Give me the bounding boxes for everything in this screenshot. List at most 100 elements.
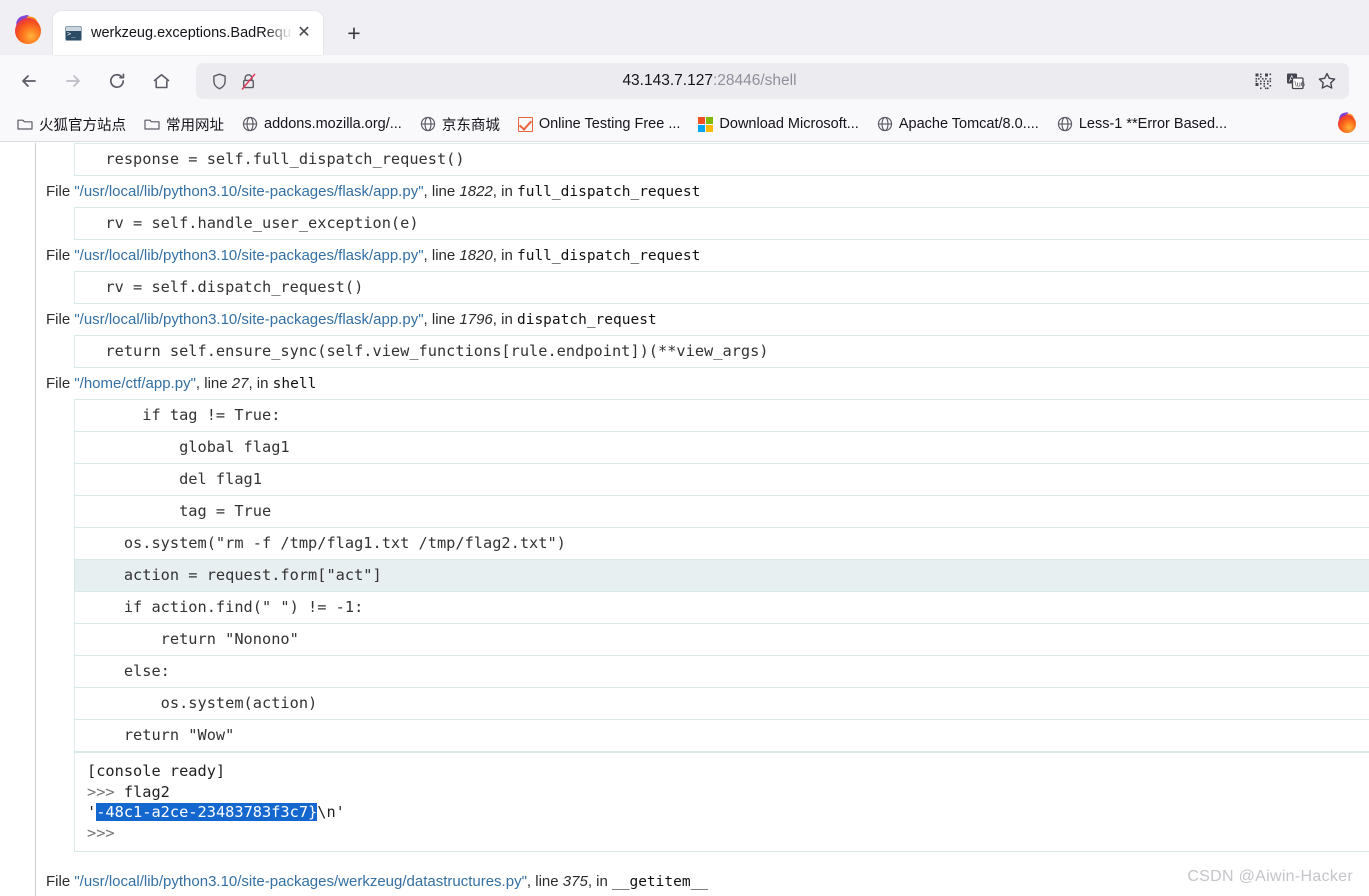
url-path: :28446/shell <box>712 72 797 89</box>
in-label: in <box>256 375 269 392</box>
interactive-console[interactable]: [console ready] >>> flag2 '-48c1-a2ce-23… <box>74 752 1369 852</box>
globe-icon <box>420 116 436 132</box>
file-path-link[interactable]: "/usr/local/lib/python3.10/site-packages… <box>74 247 423 264</box>
tab-strip: werkzeug.exceptions.BadRequ ✕ + <box>0 0 1369 55</box>
function-name: dispatch_request <box>516 312 657 328</box>
code-line: if action.find(" ") != -1: <box>74 592 1369 624</box>
insecure-connection-icon[interactable] <box>239 72 258 91</box>
console-output-suffix: \n' <box>317 803 345 821</box>
bookmark-item-6[interactable]: Apache Tomcat/8.0.... <box>870 113 1046 135</box>
console-output-selected[interactable]: -48c1-a2ce-23483783f3c7} <box>96 803 318 821</box>
bookmark-item-0[interactable]: 火狐官方站点 <box>10 111 133 138</box>
url-bar-actions: A \u6587 <box>1247 63 1343 99</box>
in-label: in <box>501 311 513 328</box>
comma: , <box>248 375 253 392</box>
console-output-prefix: ' <box>87 803 97 821</box>
qr-code-icon[interactable] <box>1247 65 1279 97</box>
code-line: return self.ensure_sync(self.view_functi… <box>74 335 1369 368</box>
code-line: if tag != True: <box>74 399 1369 432</box>
frame-file-header: File "/usr/local/lib/python3.10/site-pac… <box>41 176 1369 207</box>
code-line: tag = True <box>74 496 1369 528</box>
line-number: 1796 <box>459 311 493 328</box>
checkmark-icon <box>517 116 533 132</box>
comma: , <box>423 183 428 200</box>
file-label: File <box>46 873 71 890</box>
tracking-protection-shield-icon[interactable] <box>210 72 229 91</box>
line-number: 1820 <box>459 247 493 264</box>
bookmark-item-4[interactable]: Online Testing Free ... <box>511 113 688 135</box>
folder-icon <box>144 117 160 131</box>
bookmark-label: Less-1 **Error Based... <box>1078 116 1228 132</box>
folder-icon <box>17 117 33 131</box>
browser-window: werkzeug.exceptions.BadRequ ✕ + <box>0 0 1369 896</box>
home-button[interactable] <box>144 64 178 98</box>
globe-icon <box>242 116 258 132</box>
comma: , <box>587 873 592 890</box>
console-prompt: >>> <box>87 782 124 801</box>
file-path-link[interactable]: "/home/ctf/app.py" <box>74 375 196 392</box>
code-line: return "Wow" <box>74 720 1369 752</box>
watermark: CSDN @Aiwin-Hacker <box>1187 868 1353 885</box>
bookmark-label: 火狐官方站点 <box>39 117 126 134</box>
bookmark-item-3[interactable]: 京东商城 <box>413 111 507 138</box>
bookmark-item-firefox[interactable] <box>1333 111 1361 137</box>
function-name: __getitem__ <box>612 874 709 890</box>
line-number: 375 <box>562 873 588 890</box>
line-label: line <box>431 183 456 200</box>
close-icon[interactable]: ✕ <box>293 22 315 44</box>
in-label: in <box>596 873 608 890</box>
url-bar[interactable]: 43.143.7.127:28446/shell A \u6 <box>196 63 1349 99</box>
firefox-logo-icon <box>1337 112 1357 134</box>
console-icon <box>65 25 82 41</box>
globe-icon <box>877 116 893 132</box>
traceback-panel: response = self.full_dispatch_request() … <box>35 143 1369 896</box>
line-number: 1822 <box>459 183 493 200</box>
code-line: else: <box>74 656 1369 688</box>
bookmark-star-icon[interactable] <box>1311 65 1343 97</box>
translate-icon[interactable]: A \u6587 <box>1279 65 1311 97</box>
file-path-link[interactable]: "/usr/local/lib/python3.10/site-packages… <box>74 183 423 200</box>
function-name: full_dispatch_request <box>516 184 701 200</box>
bookmark-item-1[interactable]: 常用网址 <box>137 111 231 138</box>
file-path-link[interactable]: "/usr/local/lib/python3.10/site-packages… <box>74 873 527 890</box>
tab-active[interactable]: werkzeug.exceptions.BadRequ ✕ <box>53 11 323 55</box>
bookmark-item-2[interactable]: addons.mozilla.org/... <box>235 113 409 135</box>
frame-file-header: File "/usr/local/lib/python3.10/site-pac… <box>41 304 1369 335</box>
console-command: flag2 <box>123 782 170 801</box>
bookmark-item-7[interactable]: Less-1 **Error Based... <box>1050 113 1234 135</box>
comma: , <box>492 311 497 328</box>
code-line: rv = self.handle_user_exception(e) <box>74 207 1369 240</box>
url-text[interactable]: 43.143.7.127:28446/shell <box>270 72 1149 90</box>
frame-file-header: File "/usr/local/lib/python3.10/site-pac… <box>41 866 1369 896</box>
line-label: line <box>431 247 456 264</box>
globe-icon <box>1057 116 1073 132</box>
comma: , <box>492 183 497 200</box>
reload-button[interactable] <box>100 64 134 98</box>
new-tab-button[interactable]: + <box>337 16 371 50</box>
comma: , <box>423 247 428 264</box>
code-line: rv = self.dispatch_request() <box>74 271 1369 304</box>
code-line: del flag1 <box>74 464 1369 496</box>
comma: , <box>423 311 428 328</box>
file-label: File <box>46 183 71 200</box>
code-line-current: action = request.form["act"] <box>74 560 1369 592</box>
console-prompt: >>> <box>87 823 115 842</box>
back-button[interactable] <box>12 64 46 98</box>
file-label: File <box>46 247 71 264</box>
bookmark-label: Online Testing Free ... <box>538 116 681 132</box>
bookmark-item-5[interactable]: Download Microsoft... <box>691 113 865 135</box>
comma: , <box>195 375 201 392</box>
forward-button[interactable] <box>56 64 90 98</box>
frame-file-header: File "/usr/local/lib/python3.10/site-pac… <box>41 240 1369 271</box>
in-label: in <box>501 247 513 264</box>
file-path-link[interactable]: "/usr/local/lib/python3.10/site-packages… <box>74 311 423 328</box>
in-label: in <box>501 183 513 200</box>
page-content: response = self.full_dispatch_request() … <box>0 143 1369 896</box>
navigation-toolbar: 43.143.7.127:28446/shell A \u6 <box>0 55 1369 107</box>
bookmark-label: Apache Tomcat/8.0.... <box>898 116 1039 132</box>
bookmark-label: 京东商城 <box>441 117 500 134</box>
bookmark-label: Download Microsoft... <box>719 116 859 132</box>
microsoft-icon <box>698 116 714 132</box>
file-label: File <box>46 311 71 328</box>
function-name: shell <box>272 376 317 392</box>
